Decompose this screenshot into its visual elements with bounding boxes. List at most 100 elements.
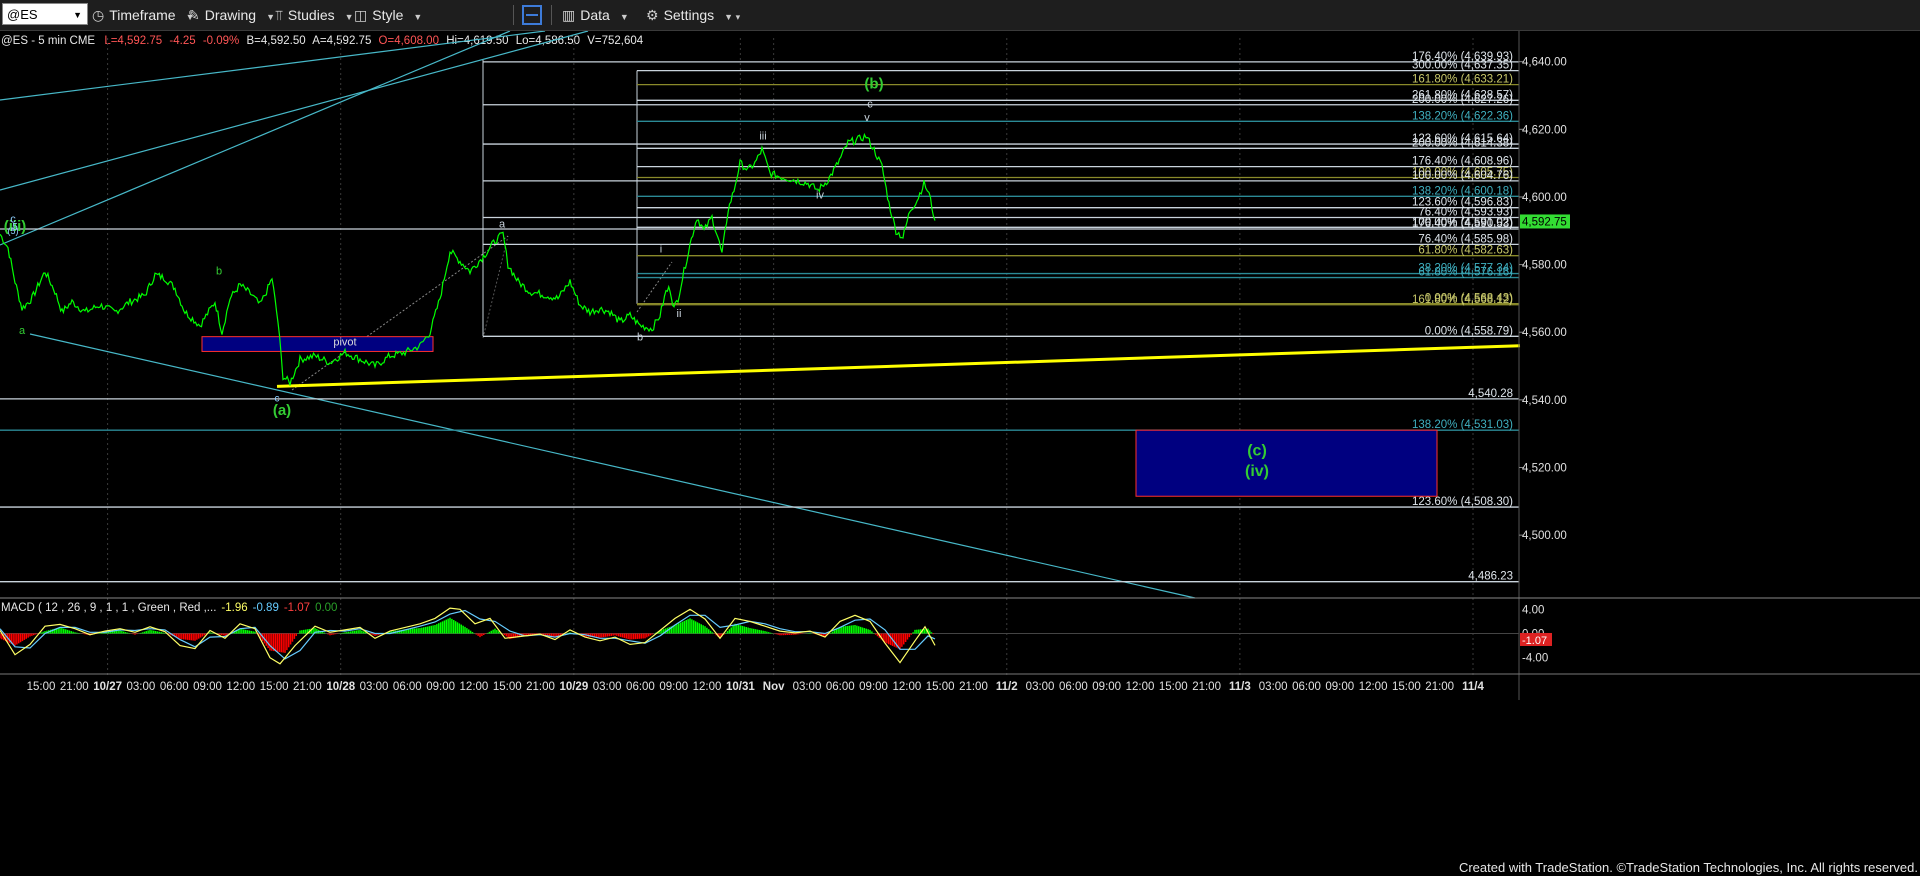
support-trendline xyxy=(276,344,1521,388)
timeframe-menu[interactable]: ◷ Timeframe ▼ xyxy=(92,0,195,30)
time-axis-label: 21:00 xyxy=(293,681,322,693)
macd-panel: MACD ( 12 , 26 , 9 , 1 , 1 , Green , Red… xyxy=(0,602,1552,665)
time-axis-label: 06:00 xyxy=(826,681,855,693)
layout-icon[interactable] xyxy=(522,5,542,25)
svg-text:@ES - 5 min CME L=4,592: @ES - 5 min CME L=4,592.75 -4.25 -0.09% … xyxy=(1,35,644,47)
fib-level-label: 61.80% (4,582.63) xyxy=(1418,245,1513,257)
price-tick-label: 4,620.00 xyxy=(1522,124,1567,136)
wave-label: iii xyxy=(759,130,766,142)
time-axis-label: 06:00 xyxy=(626,681,655,693)
time-axis-label: 09:00 xyxy=(1092,681,1121,693)
time-axis-label: 10/29 xyxy=(559,681,588,693)
macd-value: -1.96 xyxy=(221,602,247,614)
footer-credit: Created with TradeStation. ©TradeStation… xyxy=(1458,860,1918,875)
time-axis-label: 21:00 xyxy=(1192,681,1221,693)
chevron-down-icon: ▼ xyxy=(266,12,276,22)
data-label: Data xyxy=(580,7,610,23)
time-axis-label: 09:00 xyxy=(426,681,455,693)
fib-level-label: 4,540.28 xyxy=(1468,388,1513,400)
time-axis-label: 09:00 xyxy=(659,681,688,693)
price-tick-label: 4,640.00 xyxy=(1522,57,1567,69)
time-axis-label: 11/4 xyxy=(1462,681,1484,693)
pivot-label: pivot xyxy=(333,337,356,349)
macd-label: MACD ( 12 , 26 , 9 , 1 , 1 , Green , Red… xyxy=(1,602,216,614)
time-axis-label: 15:00 xyxy=(1392,681,1421,693)
fib-level-label: 161.80% (4,568.12) xyxy=(1412,294,1513,306)
settings-menu[interactable]: ⚙ Settings ▼ ▾ xyxy=(646,0,740,30)
time-axis-label: 15:00 xyxy=(1159,681,1188,693)
time-axis: 15:00 21:00 10/27 03:00 06:00 09:00 12:00 15:00… xyxy=(27,681,1485,693)
change-pct-text: -0.09% xyxy=(203,35,239,47)
timeframe-label: Timeframe xyxy=(109,7,176,23)
wave-label: (a) xyxy=(273,402,291,419)
fib-level-label: 123.60% (4,508.30) xyxy=(1412,496,1513,508)
time-axis-label: 09:00 xyxy=(1325,681,1354,693)
price-chart[interactable]: @ES - 5 min CME L=4,592.75 -4.25 -0.09% … xyxy=(0,31,1920,876)
time-axis-label: 03:00 xyxy=(1259,681,1288,693)
time-axis-label: 12:00 xyxy=(226,681,255,693)
change-text: -4.25 xyxy=(169,35,195,47)
time-axis-label: 06:00 xyxy=(160,681,189,693)
time-axis-label: 09:00 xyxy=(859,681,888,693)
fib-level-label: 61.80% (4,576.16) xyxy=(1418,267,1513,279)
fib-level-label: 76.40% (4,585.98) xyxy=(1418,233,1513,245)
pen-icon: ✎ xyxy=(188,7,200,23)
wave-label: i xyxy=(660,244,662,256)
time-axis-label: 12:00 xyxy=(1359,681,1388,693)
symbol-value: @ES xyxy=(7,7,38,22)
symbol-input[interactable]: @ES ▼ xyxy=(2,3,88,25)
wave-label: b xyxy=(637,332,643,344)
macd-tick-label: -4.00 xyxy=(1522,653,1548,665)
time-axis-label: 11/3 xyxy=(1229,681,1251,693)
gear-icon: ⚙ xyxy=(646,7,659,23)
fib-level-label: 100.00% (4,604.76) xyxy=(1412,170,1513,182)
wave-label: (c) xyxy=(1247,443,1267,460)
time-axis-label: 03:00 xyxy=(127,681,156,693)
time-axis-label: 10/31 xyxy=(726,681,755,693)
drawing-menu[interactable]: ✎ Drawing ▼ xyxy=(188,0,275,30)
studies-menu[interactable]: ⫪ Studies ▼ xyxy=(275,0,354,30)
bid-text: B=4,592.50 xyxy=(246,35,305,47)
price-tick-label: 4,500.00 xyxy=(1522,530,1567,542)
style-icon: ◫ xyxy=(354,7,368,23)
volume-text: V=752,604 xyxy=(587,35,644,47)
price-tick-label: 4,600.00 xyxy=(1522,192,1567,204)
wave-label: (iv) xyxy=(1245,463,1269,480)
time-axis-label: 15:00 xyxy=(27,681,56,693)
chevron-down-icon[interactable]: ▼ xyxy=(73,4,82,26)
macd-value: -0.89 xyxy=(253,602,279,614)
data-menu[interactable]: ▥ Data ▼ xyxy=(562,0,629,30)
time-axis-label: 12:00 xyxy=(693,681,722,693)
time-axis-label: 21:00 xyxy=(60,681,89,693)
time-axis-label: 12:00 xyxy=(1126,681,1155,693)
ask-text: A=4,592.75 xyxy=(312,35,371,47)
bar-chart-icon: ▥ xyxy=(562,7,576,23)
time-axis-label: 03:00 xyxy=(360,681,389,693)
studies-icon: ⫪ xyxy=(275,7,283,23)
low-text: Lo=4,586.50 xyxy=(516,35,580,47)
time-axis-label: 12:00 xyxy=(892,681,921,693)
pivot-box xyxy=(201,336,434,352)
studies-label: Studies xyxy=(287,7,335,23)
chevron-down-icon: ▼ xyxy=(344,12,354,22)
style-menu[interactable]: ◫ Style ▼ xyxy=(354,0,422,30)
macd-tick-label: 4.00 xyxy=(1522,604,1544,616)
time-axis-label: 06:00 xyxy=(393,681,422,693)
time-axis-label: 10/28 xyxy=(326,681,355,693)
macd-value: -1.07 xyxy=(284,602,310,614)
chevron-down-icon: ▼ xyxy=(413,12,423,22)
time-axis-label: 15:00 xyxy=(493,681,522,693)
last-price-label: 4,592.75 xyxy=(1522,216,1567,228)
channel-line xyxy=(29,333,1196,599)
wave-label: a xyxy=(19,325,26,337)
time-axis-label: 10/27 xyxy=(93,681,122,693)
wave-label: ii xyxy=(677,308,682,320)
wave-label: a xyxy=(499,218,506,230)
time-axis-label: Nov xyxy=(763,681,785,693)
fib-level-label: 200.00% (4,614.38) xyxy=(1412,137,1513,149)
macd-legend: MACD ( 12 , 26 , 9 , 1 , 1 , Green , Red… xyxy=(1,602,337,614)
time-axis-label: 11/2 xyxy=(996,681,1018,693)
chevron-down-icon: ▼ xyxy=(619,12,629,22)
time-axis-label: 06:00 xyxy=(1059,681,1088,693)
channel-lines xyxy=(0,31,1196,599)
